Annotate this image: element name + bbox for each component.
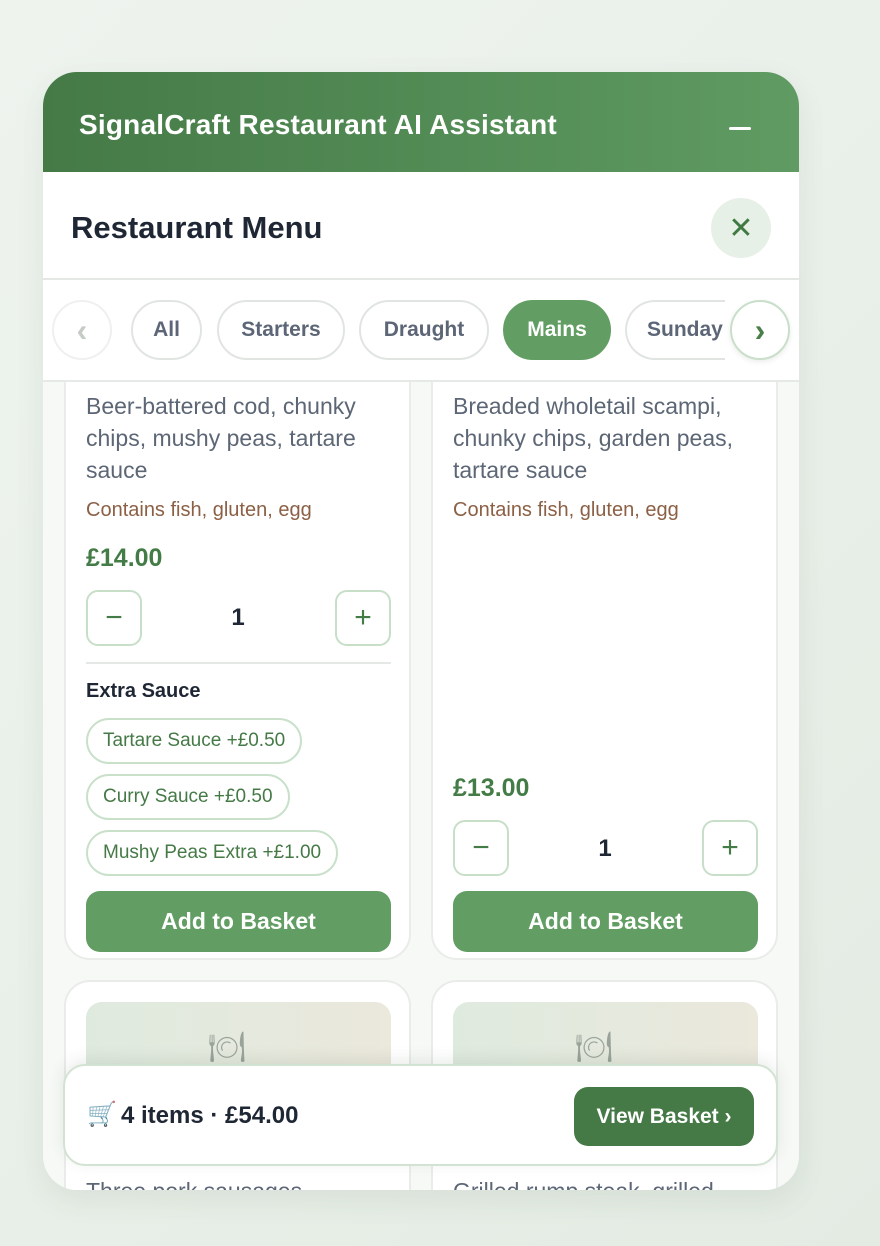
extra-option-tartare[interactable]: Tartare Sauce +£0.50 xyxy=(86,718,303,764)
add-to-basket-button[interactable]: Add to Basket xyxy=(453,891,758,952)
menu-header: Restaurant Menu ✕ xyxy=(43,172,799,280)
item-description: Grilled rump steak, grilled xyxy=(453,1178,714,1190)
plate-icon: 🍽 xyxy=(208,1031,247,1064)
page-title: Restaurant Menu xyxy=(71,210,323,245)
view-basket-button[interactable]: View Basket › xyxy=(574,1087,754,1146)
category-tabs: ‹ All Starters Draught Mains Sunday › xyxy=(43,280,799,382)
extra-option-mushy-peas[interactable]: Mushy Peas Extra +£1.00 xyxy=(86,830,339,876)
minus-icon: − xyxy=(105,601,123,634)
item-description: Breaded wholetail scampi, chunky chips, … xyxy=(453,393,734,483)
item-description: Three pork sausages xyxy=(86,1178,302,1190)
tabs-prev-button[interactable]: ‹ xyxy=(52,300,112,360)
quantity-decrease-button[interactable]: − xyxy=(86,590,142,646)
basket-summary: 4 items · £54.00 xyxy=(121,1102,299,1129)
close-button[interactable]: ✕ xyxy=(711,198,771,258)
plate-icon: 🍽 xyxy=(575,1031,614,1064)
tab-starters[interactable]: Starters xyxy=(217,300,345,360)
minus-icon[interactable] xyxy=(729,127,751,130)
plus-icon: + xyxy=(721,831,739,864)
quantity-increase-button[interactable]: + xyxy=(702,820,758,876)
chat-widget: SignalCraft Restaurant AI Assistant Rest… xyxy=(43,72,799,1190)
cart-icon: 🛒 xyxy=(87,1101,117,1128)
basket-summary-bar: 🛒 4 items · £54.00 View Basket › xyxy=(63,1064,778,1166)
chevron-right-icon: › xyxy=(754,311,766,348)
tabs-next-button[interactable]: › xyxy=(730,300,790,360)
tab-mains[interactable]: Mains xyxy=(503,300,611,360)
item-price: £14.00 xyxy=(86,544,163,572)
item-allergens: Contains fish, gluten, egg xyxy=(86,499,312,521)
quantity-decrease-button[interactable]: − xyxy=(453,820,509,876)
minus-icon: − xyxy=(472,831,490,864)
tab-sunday[interactable]: Sunday xyxy=(625,300,725,360)
item-price: £13.00 xyxy=(453,774,530,802)
chevron-left-icon: ‹ xyxy=(76,311,88,348)
tab-all[interactable]: All xyxy=(131,300,202,360)
quantity-increase-button[interactable]: + xyxy=(335,590,391,646)
plus-icon: + xyxy=(354,601,372,634)
extra-option-curry[interactable]: Curry Sauce +£0.50 xyxy=(86,774,290,820)
widget-title: SignalCraft Restaurant AI Assistant xyxy=(79,109,557,140)
item-allergens: Contains fish, gluten, egg xyxy=(453,499,679,521)
widget-header: SignalCraft Restaurant AI Assistant xyxy=(43,72,799,172)
extras-title: Extra Sauce xyxy=(86,680,201,702)
menu-item-card: Breaded wholetail scampi, chunky chips, … xyxy=(431,382,778,960)
quantity-value: 1 xyxy=(598,835,612,862)
quantity-value: 1 xyxy=(231,604,245,631)
menu-item-card: Beer-battered cod, chunky chips, mushy p… xyxy=(64,382,411,960)
item-description: Beer-battered cod, chunky chips, mushy p… xyxy=(86,393,356,483)
add-to-basket-button[interactable]: Add to Basket xyxy=(86,891,391,952)
tab-draught[interactable]: Draught xyxy=(359,300,489,360)
close-icon: ✕ xyxy=(728,211,754,245)
divider xyxy=(86,662,391,664)
